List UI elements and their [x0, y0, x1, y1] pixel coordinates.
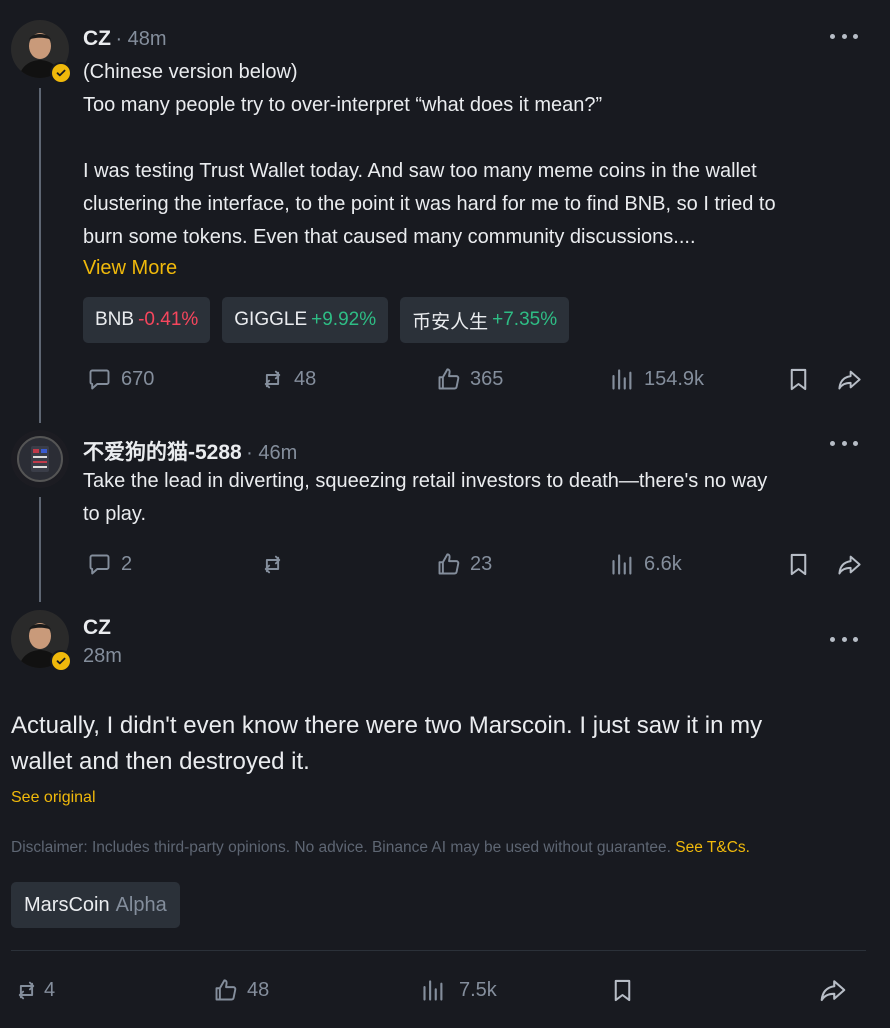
post-body: Actually, I didn't even know there were … [11, 708, 871, 780]
bookmark-icon [785, 366, 812, 393]
repost-icon [259, 551, 286, 578]
post-2: 不爱狗的猫-5288 · 46m Take the lead in divert… [0, 420, 890, 602]
avatar[interactable] [11, 430, 69, 488]
views-count: 7.5k [459, 978, 497, 1001]
post-body: Take the lead in diverting, squeezing re… [83, 465, 873, 531]
see-original-link[interactable]: See original [11, 789, 96, 807]
like-count: 48 [247, 978, 270, 1001]
share-icon [836, 551, 863, 578]
bookmark-button[interactable] [785, 364, 812, 394]
post-header: 不爱狗的猫-5288 · 46m [83, 436, 297, 466]
share-button[interactable] [818, 975, 848, 1005]
bookmark-icon [785, 551, 812, 578]
ticker-symbol: BNB [95, 309, 135, 330]
ticker-chip[interactable]: 币安人生 +7.35% [400, 297, 570, 343]
view-more-link[interactable]: View More [83, 257, 177, 280]
comment-icon [86, 366, 113, 393]
thumbs-up-icon [435, 551, 462, 578]
comment-count: 670 [121, 367, 155, 390]
repost-icon [259, 366, 286, 393]
verified-badge-icon [50, 650, 72, 672]
disclaimer: Disclaimer: Includes third-party opinion… [11, 839, 881, 857]
like-button[interactable]: 365 [435, 364, 503, 394]
action-bar: 670 48 365 154.9k [0, 364, 890, 394]
ticker-symbol: GIGGLE [234, 309, 308, 330]
post-3: CZ 28m Actually, I didn't even know ther… [0, 600, 890, 1028]
views-bar-icon [609, 551, 636, 578]
like-count: 23 [470, 552, 493, 575]
post-header: CZ · 48m [83, 27, 167, 51]
coin-tag[interactable]: MarsCoin Alpha [11, 882, 180, 928]
coin-name: MarsCoin [24, 893, 110, 916]
action-bar: 4 48 7.5k [0, 975, 890, 1005]
more-dots-icon[interactable] [830, 31, 858, 41]
ticker-change: -0.41% [138, 309, 199, 330]
thumbs-up-icon [435, 366, 462, 393]
post-line: Too many people try to over-interpret “w… [83, 94, 603, 116]
verified-badge-icon [50, 62, 72, 84]
author-name[interactable]: CZ [83, 616, 111, 640]
post-line: to play. [83, 503, 146, 525]
repost-button[interactable] [259, 549, 294, 579]
post-line: burn some tokens. Even that caused many … [83, 226, 696, 248]
repost-count: 48 [294, 367, 317, 390]
post-time: 28m [83, 645, 122, 667]
share-button[interactable] [836, 364, 863, 394]
comment-button[interactable]: 670 [86, 364, 154, 394]
repost-button[interactable]: 48 [259, 364, 316, 394]
ticker-change: +9.92% [311, 309, 377, 330]
bookmark-icon [609, 977, 636, 1004]
views-bar-icon [609, 366, 636, 393]
author-name[interactable]: CZ [83, 27, 111, 50]
more-dots-icon[interactable] [830, 438, 858, 448]
divider [11, 950, 866, 951]
post-line [83, 122, 873, 155]
post-line: (Chinese version below) [83, 61, 298, 83]
action-bar: 2 23 6.6k [0, 549, 890, 579]
like-count: 365 [470, 367, 504, 390]
post-time: · 46m [246, 442, 298, 464]
ticker-symbol: 币安人生 [412, 311, 489, 333]
disclaimer-text: Disclaimer: Includes third-party opinion… [11, 839, 671, 856]
views-stat[interactable]: 6.6k [609, 549, 682, 579]
views-count: 154.9k [644, 367, 705, 390]
share-button[interactable] [836, 549, 863, 579]
views-stat[interactable]: 7.5k [420, 975, 497, 1005]
share-icon [818, 975, 848, 1005]
bookmark-button[interactable] [609, 975, 636, 1005]
share-icon [836, 366, 863, 393]
more-dots-icon[interactable] [830, 634, 858, 644]
coin-type: Alpha [115, 893, 167, 916]
ticker-list: BNB -0.41% GIGGLE +9.92% 币安人生 +7.35% [83, 297, 570, 343]
post-1: CZ · 48m (Chinese version below) Too man… [0, 0, 890, 423]
comment-button[interactable]: 2 [86, 549, 132, 579]
bookmark-button[interactable] [785, 549, 812, 579]
repost-button[interactable]: 4 [13, 975, 55, 1005]
views-count: 6.6k [644, 552, 682, 575]
post-time: · 48m [115, 28, 167, 50]
post-line: Actually, I didn't even know there were … [11, 712, 763, 739]
like-button[interactable]: 23 [435, 549, 492, 579]
comment-icon [86, 551, 113, 578]
ticker-chip[interactable]: GIGGLE +9.92% [222, 297, 389, 343]
like-button[interactable]: 48 [212, 975, 269, 1005]
views-bar-icon [420, 977, 447, 1004]
post-line: I was testing Trust Wallet today. And sa… [83, 160, 757, 182]
ticker-chip[interactable]: BNB -0.41% [83, 297, 211, 343]
post-line: wallet and then destroyed it. [11, 748, 310, 775]
views-stat[interactable]: 154.9k [609, 364, 704, 394]
ticker-change: +7.35% [492, 309, 558, 330]
author-name[interactable]: 不爱狗的猫-5288 [83, 441, 242, 464]
post-body: (Chinese version below) Too many people … [83, 56, 873, 254]
terms-link[interactable]: See T&Cs. [675, 839, 750, 856]
comment-count: 2 [121, 552, 133, 575]
thumbs-up-icon [212, 977, 239, 1004]
post-line: Take the lead in diverting, squeezing re… [83, 470, 768, 492]
repost-icon [13, 977, 40, 1004]
repost-count: 4 [44, 978, 56, 1001]
post-line: clustering the interface, to the point i… [83, 193, 776, 215]
